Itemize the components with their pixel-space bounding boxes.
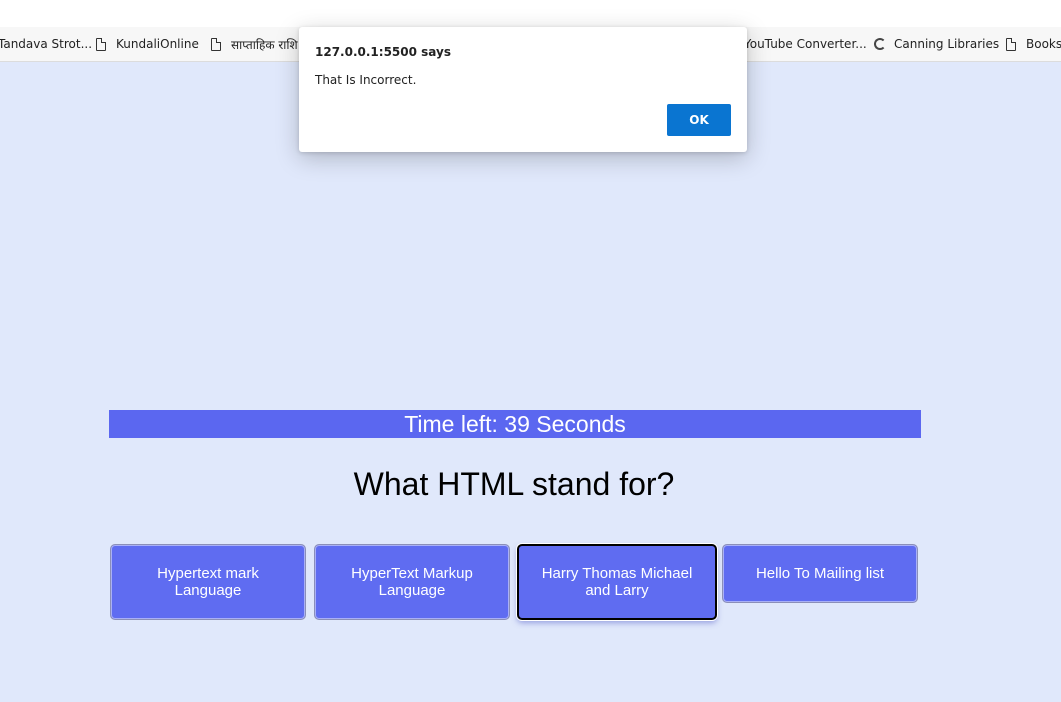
answer-button-2[interactable]: HyperText Markup Language [314, 544, 510, 620]
question-heading: What HTML stand for? [353, 466, 675, 502]
bookmark-youtube-converter[interactable]: YouTube Converter... [744, 27, 867, 61]
answer-button-4[interactable]: Hello To Mailing list [722, 544, 918, 603]
answer-button-3[interactable]: Harry Thomas Michael and Larry [517, 544, 717, 620]
answer-label: Harry Thomas Michael and Larry [541, 565, 693, 599]
answer-label: Hypertext mark Language [157, 565, 259, 599]
bookmark-saptahik-rashi[interactable]: साप्ताहिक राशि [211, 27, 298, 61]
document-icon [1006, 37, 1016, 51]
ok-button[interactable]: OK [667, 104, 731, 136]
quiz-page: Time left: 39 Seconds What HTML stand fo… [0, 62, 1061, 702]
bookmark-tandava[interactable]: Tandava Strot... [0, 27, 92, 61]
bookmark-kundalionline[interactable]: KundaliOnline [96, 27, 199, 61]
bookmark-label: Books [1026, 37, 1061, 51]
bookmark-label: YouTube Converter... [744, 37, 867, 51]
globe-icon [874, 38, 886, 50]
bookmark-books[interactable]: Books [1006, 27, 1061, 61]
bookmark-label: Tandava Strot... [0, 37, 93, 51]
timer-bar: Time left: 39 Seconds [109, 410, 921, 438]
bookmark-label: साप्ताहिक राशि [231, 37, 298, 52]
answer-label: Hello To Mailing list [755, 565, 885, 582]
answer-button-1[interactable]: Hypertext mark Language [110, 544, 306, 620]
dialog-title: 127.0.0.1:5500 says [315, 45, 451, 59]
browser-top-strip [0, 0, 1061, 27]
alert-dialog: 127.0.0.1:5500 says That Is Incorrect. O… [299, 27, 747, 152]
bookmark-label: KundaliOnline [116, 37, 199, 51]
document-icon [96, 37, 106, 51]
dialog-message: That Is Incorrect. [315, 73, 417, 87]
bookmark-label: Canning Libraries [894, 37, 1000, 51]
bookmark-canning-libraries[interactable]: Canning Libraries [874, 27, 999, 61]
document-icon [211, 37, 221, 51]
answer-label: HyperText Markup Language [351, 565, 473, 599]
